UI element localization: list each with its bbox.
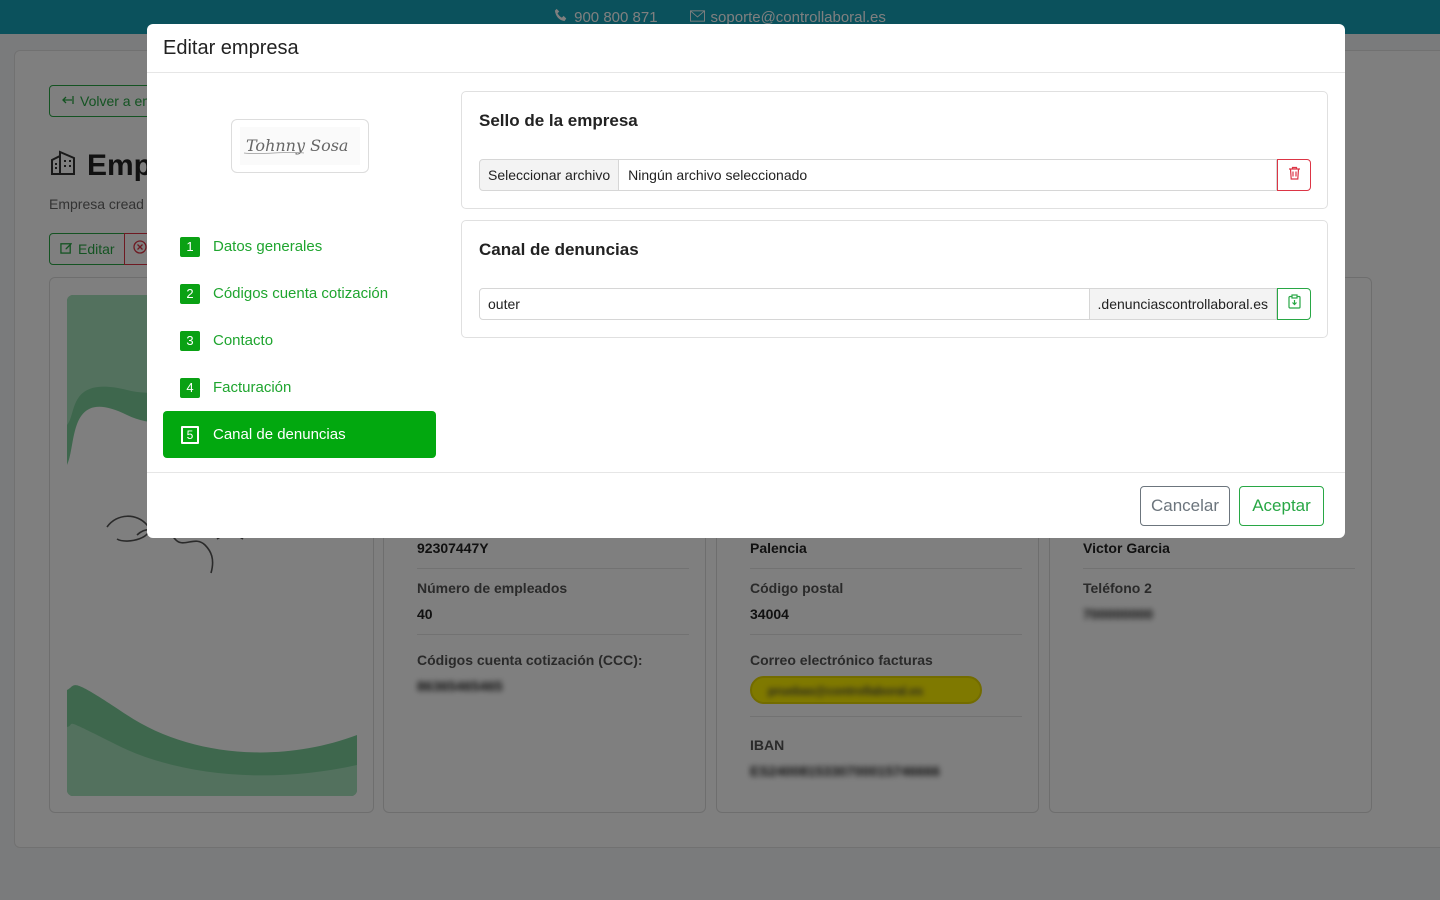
delete-stamp-button[interactable] [1277,159,1311,191]
stamp-section-title: Sello de la empresa [479,111,638,130]
step-number: 4 [180,377,200,398]
modal-title: Editar empresa [163,36,299,59]
step-nav: 1 Datos generales 2 Códigos cuenta cotiz… [163,223,436,458]
copy-url-button[interactable] [1277,288,1311,320]
step-label: Datos generales [213,238,323,255]
step-canal-denuncias[interactable]: 5 Canal de denuncias [163,411,436,458]
company-logo: Tohnny Sosa [231,119,369,173]
subdomain-input[interactable]: outer [479,288,1090,320]
trash-icon [1288,166,1301,185]
step-datos-generales[interactable]: 1 Datos generales [163,223,436,270]
subdomain-input-group: outer .denunciascontrollaboral.es [479,288,1311,320]
domain-suffix: .denunciascontrollaboral.es [1089,288,1277,320]
step-number: 1 [180,236,200,257]
report-channel-section: Canal de denuncias outer .denunciascontr… [461,220,1328,338]
step-facturacion[interactable]: 4 Facturación [163,364,436,411]
step-number-badge: 5 [180,424,200,445]
stamp-section: Sello de la empresa Seleccionar archivo … [461,91,1328,209]
modal-header: Editar empresa [147,24,1345,73]
logo-text: Tohnny Sosa [246,136,348,155]
report-channel-title: Canal de denuncias [479,240,639,259]
clipboard-icon [1287,294,1301,314]
edit-company-modal: Editar empresa Tohnny Sosa 1 Datos gener… [147,24,1345,538]
signature-image: Tohnny Sosa [240,127,360,165]
step-label: Canal de denuncias [213,426,346,443]
step-label: Contacto [213,332,274,349]
step-label: Facturación [213,379,292,396]
accept-button[interactable]: Aceptar [1239,486,1324,526]
step-number: 5 [183,427,197,442]
cancel-button[interactable]: Cancelar [1140,486,1230,526]
step-number: 3 [180,330,200,351]
step-codigos-cuenta[interactable]: 2 Códigos cuenta cotización [163,270,436,317]
modal-body: Tohnny Sosa 1 Datos generales 2 Códigos … [147,73,1345,472]
modal-footer: Cancelar Aceptar [147,472,1345,538]
step-label: Códigos cuenta cotización [213,285,389,302]
file-status[interactable]: Ningún archivo seleccionado [619,159,1277,191]
step-number: 2 [180,283,200,304]
step-contacto[interactable]: 3 Contacto [163,317,436,364]
stamp-file-input: Seleccionar archivo Ningún archivo selec… [479,159,1311,191]
select-file-button[interactable]: Seleccionar archivo [479,159,620,191]
